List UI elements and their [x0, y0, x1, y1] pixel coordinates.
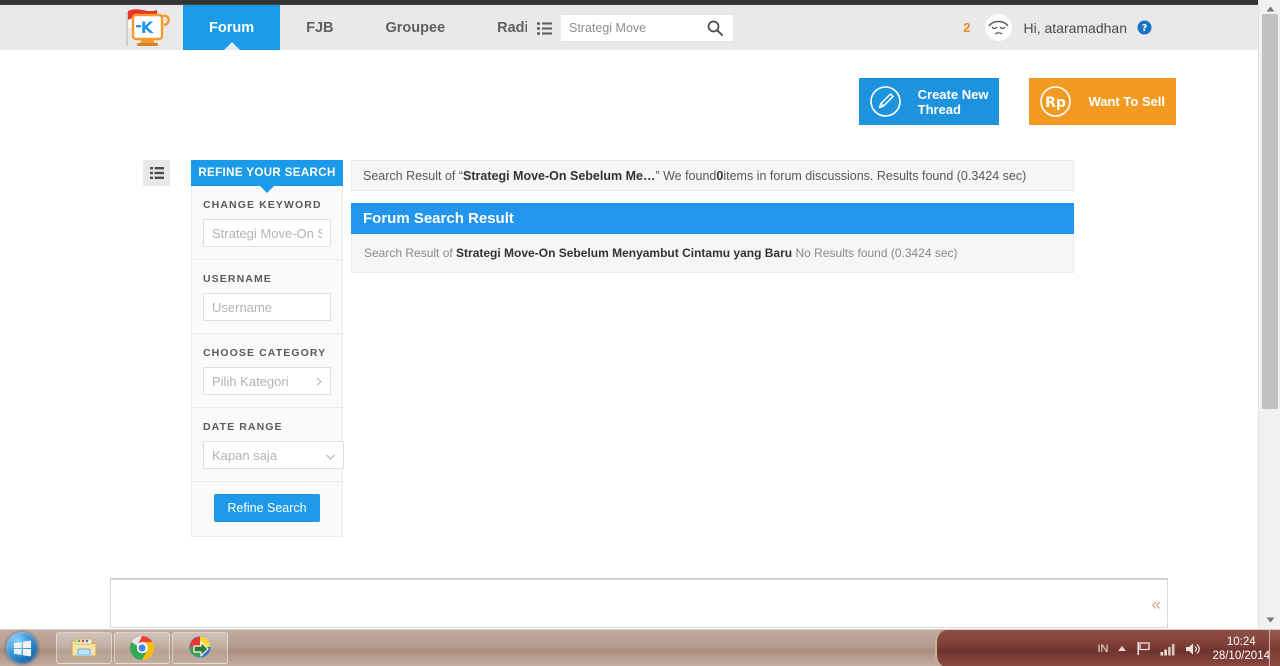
taskbar-item-chrome[interactable]	[114, 632, 170, 664]
help-icon[interactable]: ?	[1137, 20, 1152, 35]
refine-search-title: REFINE YOUR SEARCH	[191, 160, 343, 186]
header-user-area: 2 Hi, ataramadhan ?	[963, 5, 1152, 50]
date-range-select[interactable]: Kapan saja	[203, 441, 344, 469]
panel-body-query: Strategi Move-On Sebelum Menyambut Cinta…	[456, 246, 793, 260]
screen: K Forum FJB Groupee Radio Strategi Move …	[0, 0, 1280, 666]
panel-body-prefix: Search Result of	[364, 246, 457, 260]
choose-category-value: Pilih Kategori	[212, 373, 289, 389]
list-view-icon[interactable]	[143, 160, 170, 186]
summary-count: 0	[716, 168, 724, 183]
volume-icon[interactable]	[1185, 642, 1201, 656]
create-new-thread-label-line2: Thread	[917, 101, 961, 117]
show-hidden-icons-arrow[interactable]	[1117, 645, 1127, 652]
summary-query: Strategi Move-On Sebelum Me…	[463, 168, 656, 183]
refine-search-footer: Refine Search	[192, 482, 342, 536]
want-to-sell-label: Want To Sell	[1082, 78, 1176, 125]
nav-item-groupee[interactable]: Groupee	[360, 5, 472, 50]
want-to-sell-button[interactable]: Rp Want To Sell	[1029, 78, 1176, 125]
create-new-thread-button[interactable]: Create New Thread	[858, 78, 1000, 125]
search-icon[interactable]	[697, 15, 733, 41]
field-date-range-label: DATE RANGE	[203, 421, 283, 433]
svg-text:?: ?	[1142, 23, 1148, 34]
search-input[interactable]	[561, 15, 697, 41]
field-choose-category: CHOOSE CATEGORY Pilih Kategori	[192, 334, 342, 408]
summary-suffix: items in forum discussions. Results foun…	[723, 168, 1027, 183]
field-choose-category-label: CHOOSE CATEGORY	[203, 347, 327, 359]
refine-search-panel: REFINE YOUR SEARCH CHANGE KEYWORD USERNA…	[191, 160, 344, 537]
scroll-down-arrow[interactable]	[1259, 611, 1280, 629]
search-result-summary: Search Result of “Strategi Move-On Sebel…	[351, 160, 1074, 191]
choose-category-select[interactable]: Pilih Kategori	[203, 367, 331, 395]
taskbar-clock[interactable]: 10:24 28/10/2014	[1210, 635, 1270, 663]
search-results-column: Search Result of “Strategi Move-On Sebel…	[351, 160, 1074, 273]
windows-start-orb[interactable]	[6, 632, 38, 664]
notification-count[interactable]: 2	[963, 20, 974, 35]
nav-item-fjb[interactable]: FJB	[280, 5, 359, 50]
summary-prefix: Search Result of “	[363, 168, 464, 183]
network-signal-icon[interactable]	[1160, 642, 1176, 656]
nav-item-fjb-label: FJB	[306, 19, 334, 36]
double-chevron-left-icon[interactable]: «	[1152, 595, 1161, 612]
username-input[interactable]	[203, 293, 331, 321]
header-search	[527, 15, 733, 41]
kaskus-logo[interactable]: K	[113, 6, 177, 50]
refine-search-button[interactable]: Refine Search	[214, 494, 320, 522]
field-change-keyword: CHANGE KEYWORD	[192, 186, 342, 260]
nav-item-forum-label: Forum	[209, 19, 255, 36]
bottom-panel: «	[110, 578, 1168, 628]
svg-text:Rp: Rp	[1046, 95, 1067, 111]
chevron-right-icon	[316, 374, 322, 389]
field-change-keyword-label: CHANGE KEYWORD	[203, 199, 322, 211]
nav-item-forum[interactable]: Forum	[183, 5, 281, 50]
flag-icon[interactable]	[1136, 641, 1151, 656]
forum-search-result-body: Search Result of Strategi Move-On Sebelu…	[351, 234, 1074, 273]
field-date-range: DATE RANGE Kapan saja	[192, 408, 344, 482]
create-new-thread-label-line1: Create New	[917, 86, 989, 102]
date-range-value: Kapan saja	[212, 447, 278, 463]
language-indicator[interactable]: IN	[1097, 643, 1108, 655]
page-scrollbar[interactable]	[1258, 0, 1280, 629]
field-username-label: USERNAME	[203, 273, 272, 285]
main-nav: Forum FJB Groupee Radio	[183, 5, 563, 50]
chevron-down-icon	[326, 448, 335, 463]
panel-body-suffix: No Results found (0.3424 sec)	[792, 246, 958, 260]
summary-middle: ” We found	[655, 168, 717, 183]
windows-taskbar: IN 10:24 28/10/2014	[0, 629, 1280, 666]
scrollbar-thumb[interactable]	[1262, 14, 1278, 409]
svg-text:K: K	[141, 18, 154, 37]
list-icon[interactable]	[527, 15, 561, 41]
nav-item-groupee-label: Groupee	[385, 19, 446, 36]
forum-search-result-title: Forum Search Result	[351, 203, 1074, 234]
user-greeting[interactable]: Hi, ataramadhan	[1023, 20, 1127, 36]
show-desktop-button[interactable]	[1269, 630, 1280, 666]
site-header: K Forum FJB Groupee Radio Strategi Move …	[0, 5, 1258, 50]
create-new-thread-label: Create New Thread	[911, 78, 1000, 125]
want-to-sell-label-text: Want To Sell	[1088, 94, 1165, 109]
clock-time: 10:24	[1226, 635, 1256, 648]
user-avatar[interactable]	[984, 13, 1014, 42]
refine-search-body: CHANGE KEYWORD USERNAME CHOOSE CATEGORY …	[191, 186, 344, 537]
system-tray: IN 10:24 28/10/2014	[1097, 630, 1276, 666]
clock-date: 28/10/2014	[1212, 649, 1270, 662]
rupiah-icon: Rp	[1029, 78, 1083, 125]
pencil-icon	[858, 78, 912, 125]
taskbar-item-idm[interactable]	[172, 632, 228, 664]
field-username: USERNAME	[192, 260, 342, 334]
taskbar-item-explorer[interactable]	[56, 632, 112, 664]
change-keyword-input[interactable]	[203, 219, 331, 247]
action-buttons: Create New Thread Rp Want To Sell	[858, 78, 1176, 125]
